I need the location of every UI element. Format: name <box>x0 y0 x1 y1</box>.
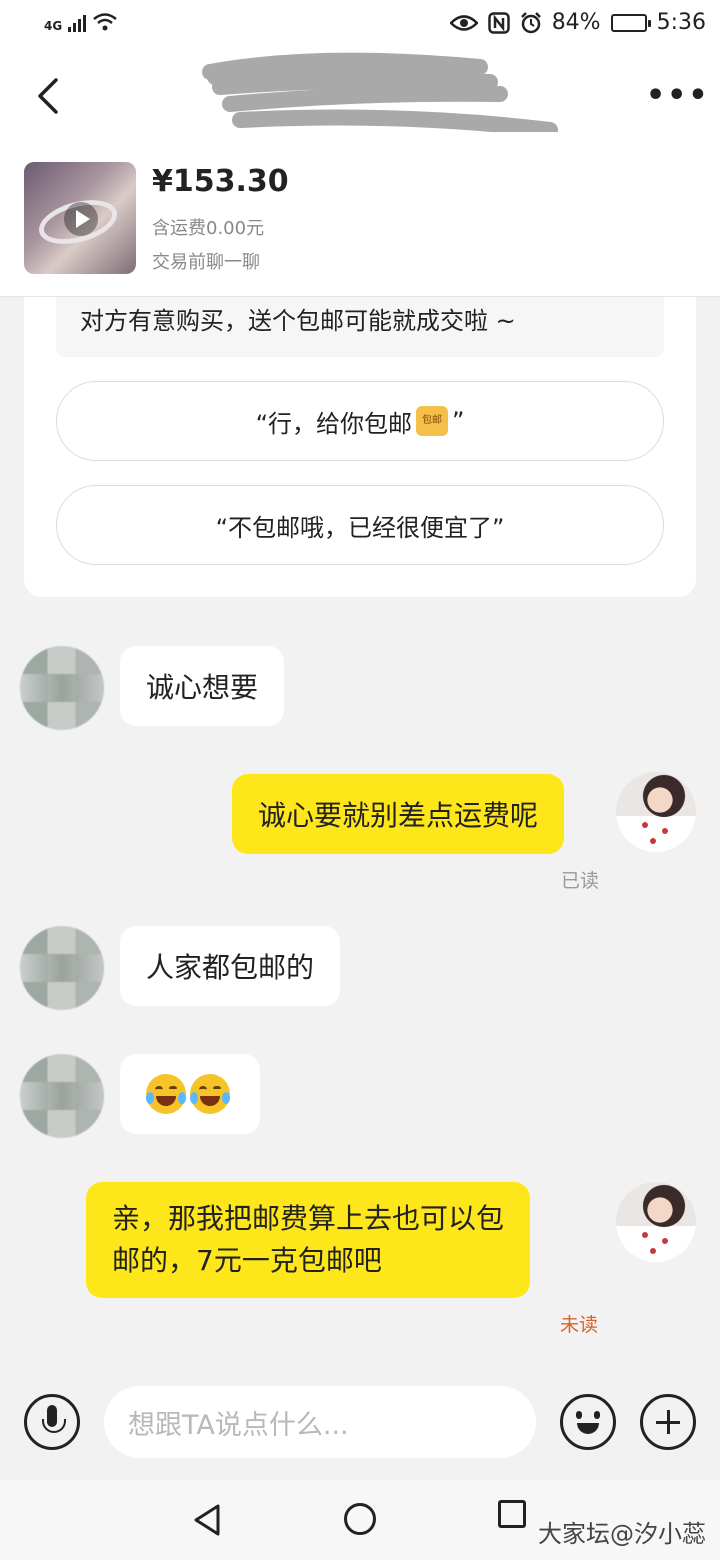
message-bubble-incoming-emoji <box>120 1054 260 1134</box>
my-avatar[interactable] <box>616 1182 696 1262</box>
emoji-icon[interactable] <box>560 1394 616 1450</box>
nav-back-icon[interactable] <box>190 1502 224 1538</box>
network-type: 4G <box>44 19 63 33</box>
chevron-left-icon[interactable] <box>30 74 70 118</box>
play-icon <box>64 202 98 236</box>
alarm-icon <box>520 11 541 33</box>
option-1-suffix: ” <box>452 407 465 435</box>
buyer-avatar[interactable] <box>20 926 104 1010</box>
message-input[interactable]: 想跟TA说点什么... <box>104 1386 536 1458</box>
chat-hint: 交易前聊一聊 <box>152 252 260 273</box>
suggestion-tip: 对方有意购买，送个包邮可能就成交啦 ~ <box>56 297 664 357</box>
nav-home-icon[interactable] <box>344 1503 376 1535</box>
read-status: 已读 <box>561 870 600 892</box>
clock: 5:36 <box>656 10 706 35</box>
plus-icon[interactable] <box>640 1394 696 1450</box>
product-thumbnail[interactable] <box>24 162 136 274</box>
product-info[interactable]: ¥153.30 含运费0.00元 交易前聊一聊 <box>0 142 720 297</box>
decline-free-shipping-button[interactable]: “不包邮哦，已经很便宜了” <box>56 485 664 565</box>
system-navigation-bar: 大家坛@汐小蕊 <box>0 1480 720 1560</box>
redacted-title <box>202 52 558 132</box>
nfc-icon <box>487 11 510 34</box>
shipping-fee: 含运费0.00元 <box>152 218 265 239</box>
watermark: 大家坛@汐小蕊 <box>538 1520 706 1548</box>
product-price: ¥153.30 <box>152 164 289 199</box>
unread-status: 未读 <box>560 1314 599 1336</box>
wifi-icon <box>93 13 117 31</box>
eye-icon <box>449 14 478 31</box>
message-bubble-incoming: 诚心想要 <box>120 646 285 726</box>
message-line-2: 邮的，7元一克包邮吧 <box>112 1244 382 1277</box>
tears-of-joy-emoji-icon <box>190 1074 230 1114</box>
offer-free-shipping-button[interactable]: “行，给你包邮 包邮 ” <box>56 381 664 461</box>
message-bubble-outgoing: 亲，那我把邮费算上去也可以包 邮的，7元一克包邮吧 <box>86 1182 531 1298</box>
network-indicator: 4G <box>44 12 118 32</box>
shipping-suggestion-card: 对方有意购买，送个包邮可能就成交啦 ~ “行，给你包邮 包邮 ” “不包邮哦，已… <box>24 297 696 597</box>
battery-icon <box>610 13 651 32</box>
my-avatar[interactable] <box>616 772 696 852</box>
message-bubble-incoming: 人家都包邮的 <box>120 926 341 1006</box>
chat-header: ••• <box>0 52 720 142</box>
buyer-avatar[interactable] <box>20 646 104 730</box>
buyer-avatar[interactable] <box>20 1054 104 1138</box>
free-shipping-emoji-icon: 包邮 <box>416 406 448 436</box>
input-bar: 想跟TA说点什么... <box>0 1378 720 1478</box>
microphone-icon[interactable] <box>24 1394 80 1450</box>
signal-icon <box>68 14 87 32</box>
tears-of-joy-emoji-icon <box>146 1074 186 1114</box>
nav-recent-apps-icon[interactable] <box>498 1500 526 1528</box>
more-options-button[interactable]: ••• <box>646 78 708 113</box>
message-line-1: 亲，那我把邮费算上去也可以包 <box>112 1202 505 1235</box>
option-1-prefix: “行，给你包邮 <box>255 409 412 438</box>
message-bubble-outgoing: 诚心要就别差点运费呢 <box>232 774 565 854</box>
